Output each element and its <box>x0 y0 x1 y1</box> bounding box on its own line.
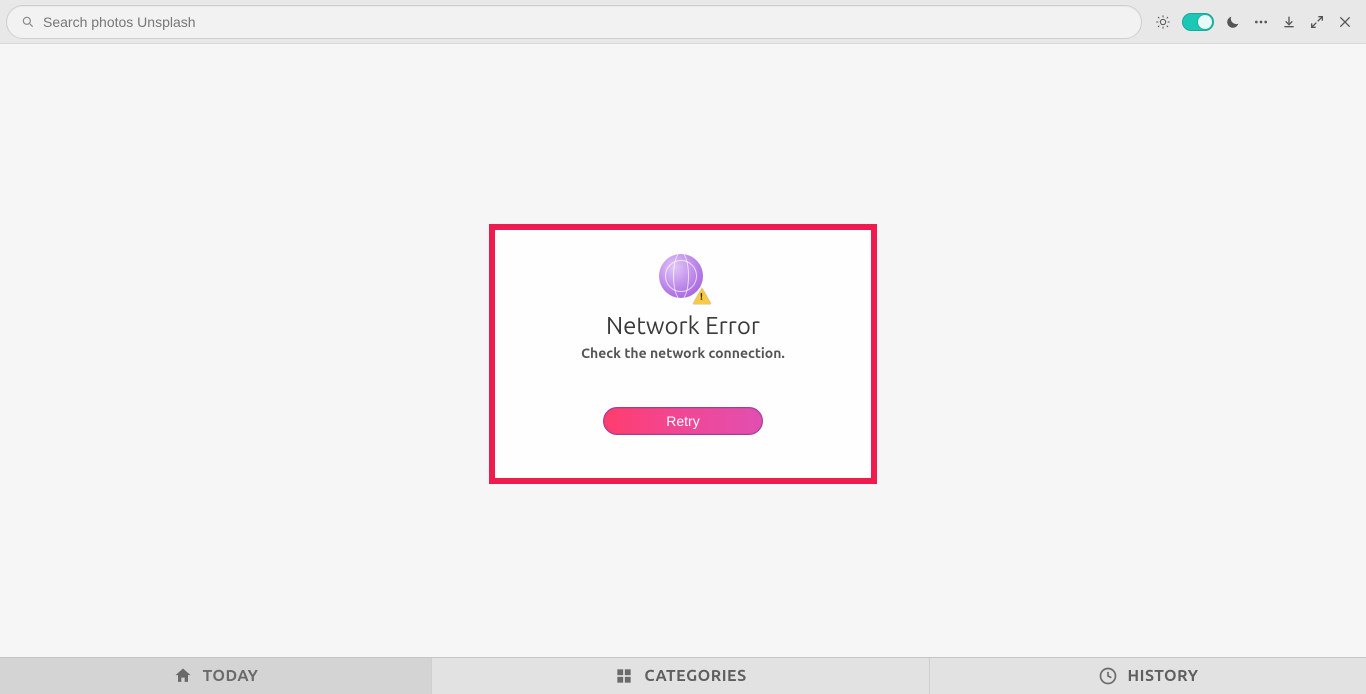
tab-history-label: HISTORY <box>1128 667 1199 685</box>
error-title: Network Error <box>606 312 760 339</box>
search-field-wrap[interactable] <box>6 5 1142 39</box>
close-icon[interactable] <box>1336 13 1354 31</box>
restore-window-icon[interactable] <box>1308 13 1326 31</box>
header-bar <box>0 0 1366 44</box>
tab-categories[interactable]: CATEGORIES <box>432 658 930 694</box>
more-icon[interactable] <box>1252 13 1270 31</box>
main-area: Network Error Check the network connecti… <box>0 44 1366 657</box>
tab-categories-label: CATEGORIES <box>644 667 746 685</box>
tab-today-label: TODAY <box>203 667 259 685</box>
search-input[interactable] <box>43 14 1127 30</box>
download-icon[interactable] <box>1280 13 1298 31</box>
clock-icon <box>1098 666 1118 686</box>
sun-icon <box>1154 13 1172 31</box>
home-icon <box>173 666 193 686</box>
tab-history[interactable]: HISTORY <box>930 658 1366 694</box>
error-subtitle: Check the network connection. <box>581 345 785 361</box>
header-actions <box>1148 13 1360 31</box>
bottom-tabs: TODAY CATEGORIES HISTORY <box>0 657 1366 694</box>
grid-icon <box>614 666 634 686</box>
theme-toggle[interactable] <box>1182 13 1214 31</box>
network-error-card: Network Error Check the network connecti… <box>489 224 877 484</box>
network-error-icon <box>659 254 707 302</box>
moon-icon <box>1224 13 1242 31</box>
retry-button[interactable]: Retry <box>603 407 763 435</box>
warning-badge-icon <box>693 288 711 304</box>
search-icon <box>21 15 35 29</box>
tab-today[interactable]: TODAY <box>0 658 432 694</box>
